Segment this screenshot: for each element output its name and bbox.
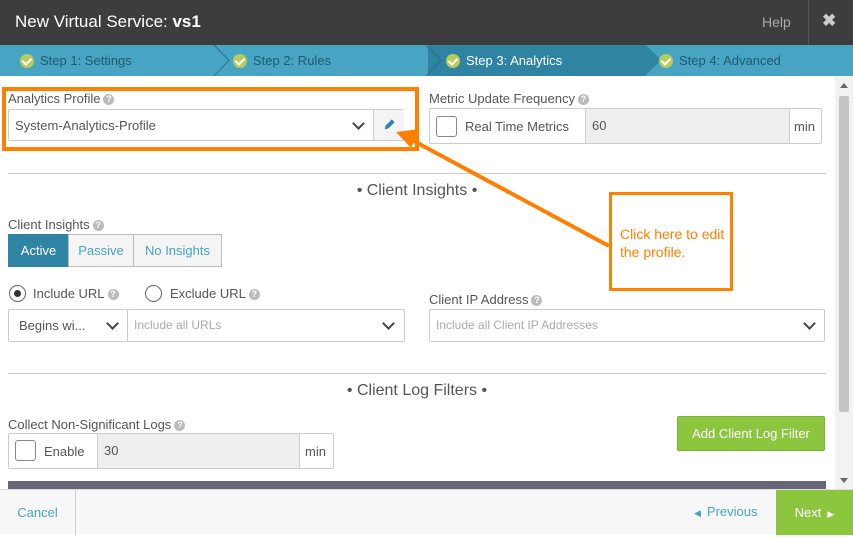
- callout-text: Click here to edit the profile.: [620, 226, 725, 260]
- annotation-callout: Click here to edit the profile.: [609, 192, 733, 291]
